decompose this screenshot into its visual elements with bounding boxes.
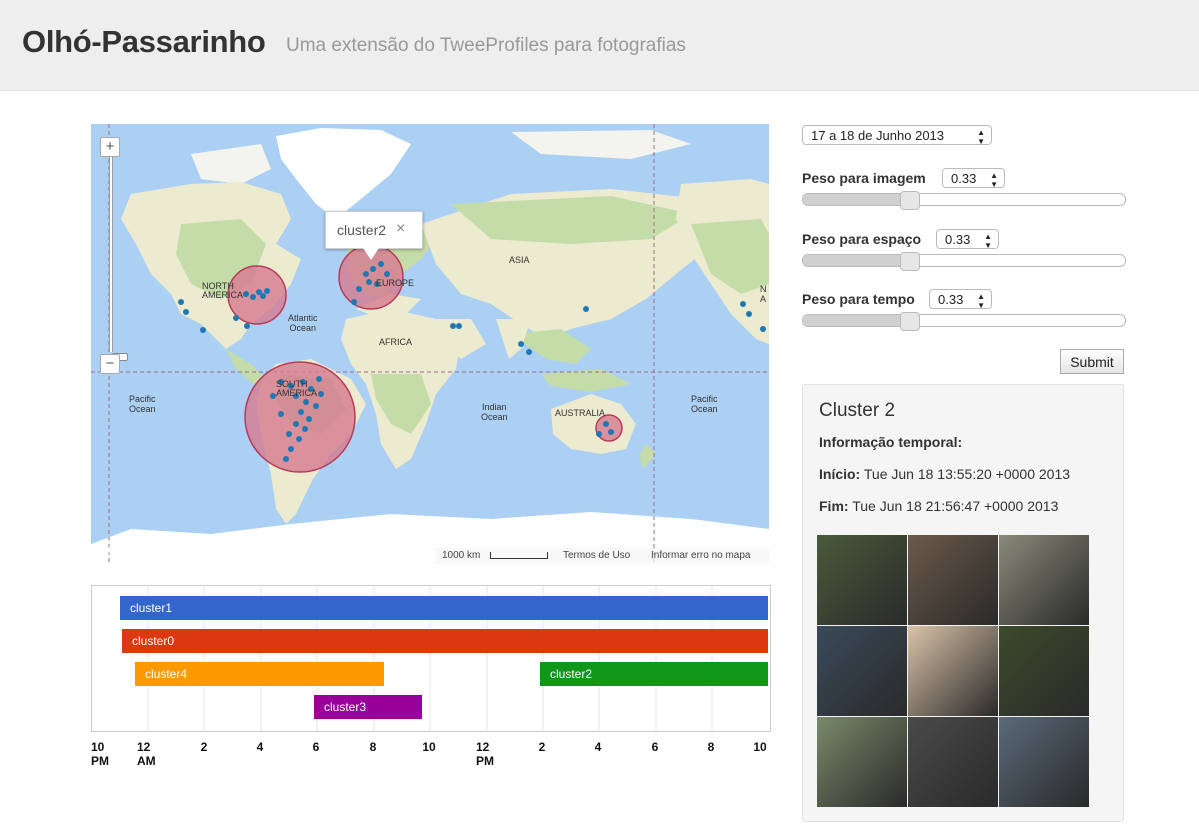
cluster-popup: cluster2 × <box>325 211 423 260</box>
timeline-bar-cluster1[interactable]: cluster1 <box>120 596 768 620</box>
timeline-bar-cluster2[interactable]: cluster2 <box>540 662 768 686</box>
slider-fill <box>803 315 910 326</box>
zoom-in-button[interactable]: + <box>100 137 120 157</box>
cluster-photo[interactable] <box>817 626 907 716</box>
tick-label: 12 PM <box>476 740 494 768</box>
scale-bar <box>490 552 548 559</box>
select-arrows-icon: ▲ ▼ <box>977 128 985 146</box>
label-pacific-ocean-left: Pacific Ocean <box>129 394 156 414</box>
label-atlantic-ocean: Atlantic Ocean <box>288 313 318 333</box>
map-canvas[interactable] <box>91 124 769 564</box>
weight-space-slider[interactable] <box>802 252 1126 271</box>
zoom-slider-track[interactable] <box>109 157 128 361</box>
weight-time-label: Peso para tempo <box>802 291 915 307</box>
tick-label: 2 <box>200 740 208 754</box>
start-label: Início: <box>819 466 861 482</box>
temporal-heading: Informação temporal: <box>819 434 963 450</box>
cluster-photo[interactable] <box>999 626 1089 716</box>
tick-label: 10 <box>422 740 436 754</box>
cluster-photo-grid <box>817 535 1095 815</box>
weight-image-value: 0.33 <box>951 171 977 186</box>
tick-label: 12 AM <box>137 740 156 768</box>
terms-link[interactable]: Termos de Uso <box>563 550 630 561</box>
app-subtitle: Uma extensão do TweeProfiles para fotogr… <box>286 35 686 56</box>
zoom-out-button[interactable]: − <box>100 354 120 374</box>
tick-label: 4 <box>594 740 602 754</box>
scale-label: 1000 km <box>442 550 481 561</box>
label-north-america: NORTH AMERICA <box>202 281 244 300</box>
end-value: Tue Jun 18 21:56:47 +0000 2013 <box>852 498 1059 514</box>
weight-space-label: Peso para espaço <box>802 231 922 247</box>
page-header: Olhó-Passarinho Uma extensão do TweeProf… <box>0 0 1199 91</box>
weight-image-label: Peso para imagem <box>802 170 926 186</box>
map-footer: 1000 km Termos de Uso Informar erro no m… <box>436 548 769 564</box>
report-error-link[interactable]: Informar erro no mapa <box>651 550 751 561</box>
weight-space-select[interactable]: 0.33 ▲ ▼ <box>936 229 999 250</box>
close-icon[interactable]: × <box>396 220 405 238</box>
weight-space-value: 0.33 <box>945 232 971 247</box>
cluster-info-panel: Cluster 2 Informação temporal: Início: T… <box>802 384 1124 822</box>
cluster-photo[interactable] <box>908 535 998 625</box>
start-line: Início: Tue Jun 18 13:55:20 +0000 2013 <box>819 466 1070 482</box>
cluster-photo[interactable] <box>999 717 1089 807</box>
tick-label: 6 <box>651 740 659 754</box>
label-indian-ocean: Indian Ocean <box>481 402 508 422</box>
slider-fill <box>803 194 910 205</box>
weight-image-select[interactable]: 0.33 ▲ ▼ <box>942 168 1005 189</box>
date-range-select[interactable]: 17 a 18 de Junho 2013 ▲ ▼ <box>802 125 992 146</box>
select-arrows-icon: ▲ ▼ <box>990 171 998 189</box>
select-arrows-icon: ▲ ▼ <box>984 232 992 250</box>
timeline-bar-cluster4[interactable]: cluster4 <box>135 662 384 686</box>
tick-label: 10 PM <box>91 740 109 768</box>
app-title: Olhó-Passarinho <box>22 24 266 59</box>
tick-label: 4 <box>256 740 264 754</box>
end-line: Fim: Tue Jun 18 21:56:47 +0000 2013 <box>819 498 1058 514</box>
label-europe: EUROPE <box>376 278 415 288</box>
timeline-bar-cluster0[interactable]: cluster0 <box>122 629 768 653</box>
weight-image-slider[interactable] <box>802 191 1126 210</box>
weight-time-slider[interactable] <box>802 312 1126 331</box>
submit-button[interactable]: Submit <box>1060 349 1124 374</box>
popup-label: cluster2 <box>337 222 387 238</box>
cluster-photo[interactable] <box>999 535 1089 625</box>
slider-handle[interactable] <box>900 252 920 271</box>
cluster-photo[interactable] <box>817 717 907 807</box>
tick-label: 6 <box>312 740 320 754</box>
cluster-photo[interactable] <box>908 717 998 807</box>
label-australia: AUSTRALIA <box>555 408 606 418</box>
tick-label: 10 <box>753 740 767 754</box>
slider-fill <box>803 255 910 266</box>
end-label: Fim: <box>819 498 849 514</box>
cluster-photo[interactable] <box>908 626 998 716</box>
world-map[interactable]: NORTH AMERICA EUROPE ASIA AFRICA SOUTH AME… <box>91 124 769 564</box>
timeline-bar-cluster3[interactable]: cluster3 <box>314 695 422 719</box>
tick-label: 8 <box>369 740 377 754</box>
label-pacific-ocean-right: Pacific Ocean <box>691 394 718 414</box>
tick-label: 8 <box>707 740 715 754</box>
weight-time-value: 0.33 <box>938 292 964 307</box>
timeline-chart: cluster1 cluster0 cluster4 cluster2 clus… <box>91 585 771 732</box>
google-logo: Google <box>97 536 155 558</box>
slider-handle[interactable] <box>900 312 920 331</box>
select-arrows-icon: ▲ ▼ <box>977 292 985 310</box>
weight-time-select[interactable]: 0.33 ▲ ▼ <box>929 289 992 310</box>
label-asia: ASIA <box>509 255 530 265</box>
start-value: Tue Jun 18 13:55:20 +0000 2013 <box>863 466 1071 482</box>
date-range-value: 17 a 18 de Junho 2013 <box>811 128 945 143</box>
cluster-photo[interactable] <box>817 535 907 625</box>
popup-arrow <box>363 248 379 260</box>
label-africa: AFRICA <box>379 337 413 347</box>
slider-handle[interactable] <box>900 191 920 210</box>
cluster-title: Cluster 2 <box>819 400 896 421</box>
tick-label: 2 <box>538 740 546 754</box>
label-south-america: SOUTH AMERICA <box>276 379 318 398</box>
cluster-circle-australia <box>595 414 623 442</box>
label-na-right: N A <box>760 284 767 304</box>
